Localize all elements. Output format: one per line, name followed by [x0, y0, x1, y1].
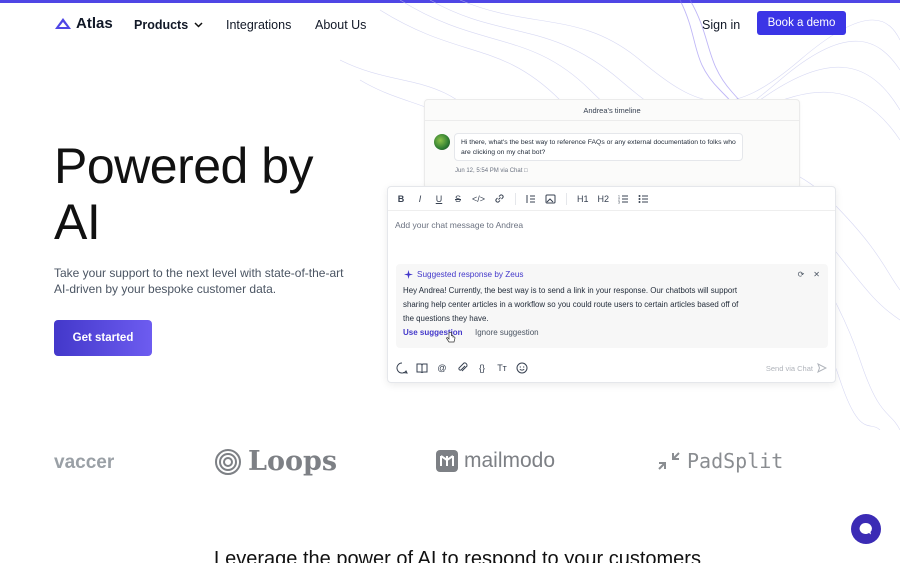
- chat-bubble-icon: [859, 522, 872, 535]
- chat-bubble-icon: □: [524, 168, 528, 174]
- hand-cursor-icon: [446, 332, 456, 343]
- message-input[interactable]: Add your chat message to Andrea: [395, 220, 523, 230]
- logo-mailmodo: mailmodo: [436, 449, 555, 473]
- text-format-icon[interactable]: Tт: [496, 362, 508, 374]
- top-navigation: Atlas Products Integrations About Us Sig…: [0, 3, 900, 45]
- message-composer: B I U S </> H1 H2 123 Add your chat mess…: [387, 186, 836, 383]
- toolbar-divider: [566, 192, 568, 205]
- close-icon[interactable]: ✕: [813, 270, 820, 279]
- bold-icon[interactable]: B: [396, 192, 406, 206]
- heading1-icon[interactable]: H1: [577, 192, 589, 206]
- code-icon[interactable]: </>: [472, 192, 485, 206]
- sparkle-icon: [404, 270, 413, 279]
- formatting-toolbar: B I U S </> H1 H2 123: [388, 187, 835, 211]
- blockquote-icon[interactable]: [526, 192, 536, 206]
- hero-title-line2: AI: [54, 194, 101, 250]
- composer-tools: @ {} Tт: [396, 362, 528, 374]
- divider: [425, 120, 799, 121]
- nav-products[interactable]: Products: [134, 18, 203, 32]
- loops-mark-icon: [215, 448, 241, 475]
- send-label: Send via Chat: [765, 363, 813, 373]
- bullet-list-icon[interactable]: [638, 192, 649, 206]
- send-button[interactable]: Send via Chat: [766, 363, 827, 373]
- atlas-logo-icon: [55, 17, 71, 29]
- suggestion-title: Suggested response by Zeus: [417, 270, 524, 279]
- suggested-response-panel: Suggested response by Zeus ⟳ ✕ Hey Andre…: [396, 264, 828, 348]
- message-meta: Jun 12, 5:54 PM via Chat □: [455, 168, 528, 174]
- message-meta-text: Jun 12, 5:54 PM via Chat: [455, 168, 523, 174]
- logo-padsplit: PadSplit: [657, 449, 783, 473]
- logo-vaccer: vaccer: [54, 452, 115, 473]
- book-demo-button[interactable]: Book a demo: [757, 11, 846, 35]
- ignore-suggestion-button[interactable]: Ignore suggestion: [475, 328, 539, 337]
- timeline-title: Andrea's timeline: [583, 106, 641, 115]
- logo-text: Atlas: [76, 15, 113, 32]
- book-icon[interactable]: [416, 362, 428, 374]
- send-icon: [817, 363, 827, 373]
- mention-icon[interactable]: @: [436, 362, 448, 374]
- padsplit-mark-icon: [658, 452, 680, 470]
- nav-about-us[interactable]: About Us: [315, 18, 366, 32]
- suggestion-header: Suggested response by Zeus: [404, 270, 524, 279]
- chevron-down-icon: [194, 22, 203, 28]
- get-started-button[interactable]: Get started: [54, 320, 152, 356]
- avatar: [434, 134, 450, 150]
- hero-subtitle: Take your support to the next level with…: [54, 266, 344, 296]
- link-icon[interactable]: [494, 192, 505, 206]
- refresh-icon[interactable]: ⟳: [798, 270, 805, 279]
- strikethrough-icon[interactable]: S: [453, 192, 463, 206]
- mailmodo-mark-icon: [436, 450, 458, 472]
- toolbar-divider: [515, 192, 517, 205]
- chat-message: Hi there, what's the best way to referen…: [454, 133, 743, 161]
- logo-mailmodo-text: mailmodo: [464, 449, 556, 472]
- svg-text:3: 3: [618, 200, 620, 204]
- image-icon[interactable]: [545, 192, 556, 206]
- hero-title: Powered by AI: [54, 138, 314, 250]
- logo-loops: Loops: [214, 446, 337, 477]
- timeline-card: Andrea's timeline Hi there, what's the b…: [424, 99, 800, 189]
- heading2-icon[interactable]: H2: [598, 192, 610, 206]
- suggestion-body: Hey Andrea! Currently, the best way is t…: [403, 286, 739, 323]
- attachment-icon[interactable]: [456, 362, 468, 374]
- chat-launcher-button[interactable]: [851, 514, 881, 544]
- hero-title-line1: Powered by: [54, 138, 314, 194]
- logo-loops-text: Loops: [248, 446, 338, 477]
- suggestion-actions: ⟳ ✕: [798, 270, 820, 279]
- emoji-icon[interactable]: [516, 362, 528, 374]
- atlas-logo[interactable]: Atlas: [54, 15, 113, 32]
- variables-icon[interactable]: {}: [476, 362, 488, 374]
- ordered-list-icon[interactable]: 123: [618, 192, 629, 206]
- chat-add-icon[interactable]: [396, 362, 408, 374]
- nav-integrations[interactable]: Integrations: [226, 18, 291, 32]
- sign-in-link[interactable]: Sign in: [702, 18, 740, 32]
- underline-icon[interactable]: U: [434, 192, 444, 206]
- italic-icon[interactable]: I: [415, 192, 425, 206]
- nav-products-label: Products: [134, 18, 189, 32]
- logo-padsplit-text: PadSplit: [687, 449, 784, 473]
- section-heading: Leverage the power of AI to respond to y…: [214, 548, 701, 563]
